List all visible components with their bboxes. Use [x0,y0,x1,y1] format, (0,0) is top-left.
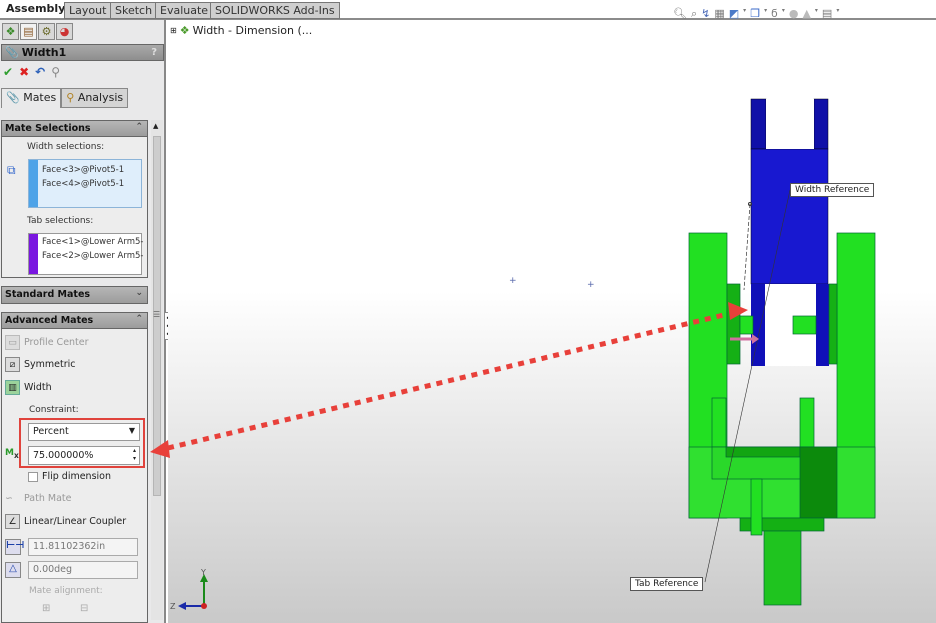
reference-triad: Y Z [170,568,208,611]
boss-right [828,283,838,365]
pivot-fork-left [750,98,767,150]
width-reference-callout[interactable]: Width Reference [790,183,875,197]
pivot-body [750,148,829,285]
origin-point: + [587,280,595,290]
shaft [763,530,802,606]
origin-point: + [509,276,517,286]
triad-z-label: Z [170,602,176,611]
shadow-face [799,446,838,519]
pivot-part[interactable] [750,98,829,366]
annotation-arrow-line [167,311,729,451]
pin-left [739,315,754,335]
pivot-fork-right [813,98,829,150]
model-graphics: + + Y Z [150,98,876,611]
u-inner [725,446,801,458]
rib [750,478,763,536]
pin-right [792,315,817,335]
pivot-leg-right [816,284,829,366]
triad-y-label: Y [200,568,206,577]
annotation-arrowhead-left [150,440,170,458]
boss-left [726,283,741,365]
pivot-slot [766,99,814,149]
width-leader-dashed [743,203,751,291]
tab-reference-callout[interactable]: Tab Reference [630,577,704,591]
